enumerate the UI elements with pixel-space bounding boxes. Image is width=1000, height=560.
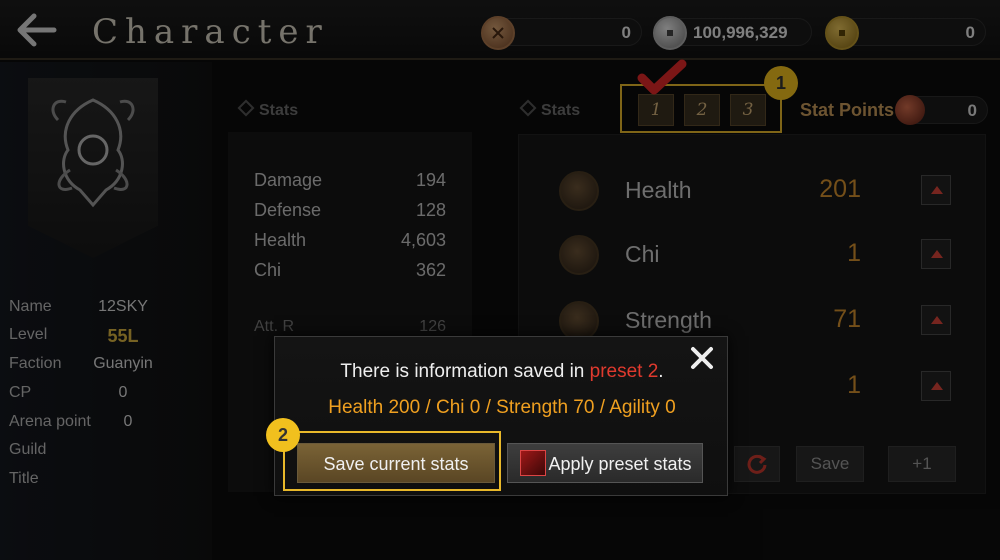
dialog-message: There is information saved in preset 2.	[275, 361, 729, 383]
preset-stats-summary: Health 200 / Chi 0 / Strength 70 / Agili…	[328, 397, 676, 418]
dialog-message-text: There is information saved in	[340, 361, 590, 382]
apply-preset-stats-button[interactable]: Apply preset stats	[507, 443, 703, 483]
highlight-frame	[283, 431, 501, 491]
dialog-message-end: .	[658, 361, 664, 382]
preset-highlight: preset 2	[589, 361, 659, 382]
callout-badge-2: 2	[266, 418, 300, 452]
apply-preset-icon	[520, 450, 546, 476]
